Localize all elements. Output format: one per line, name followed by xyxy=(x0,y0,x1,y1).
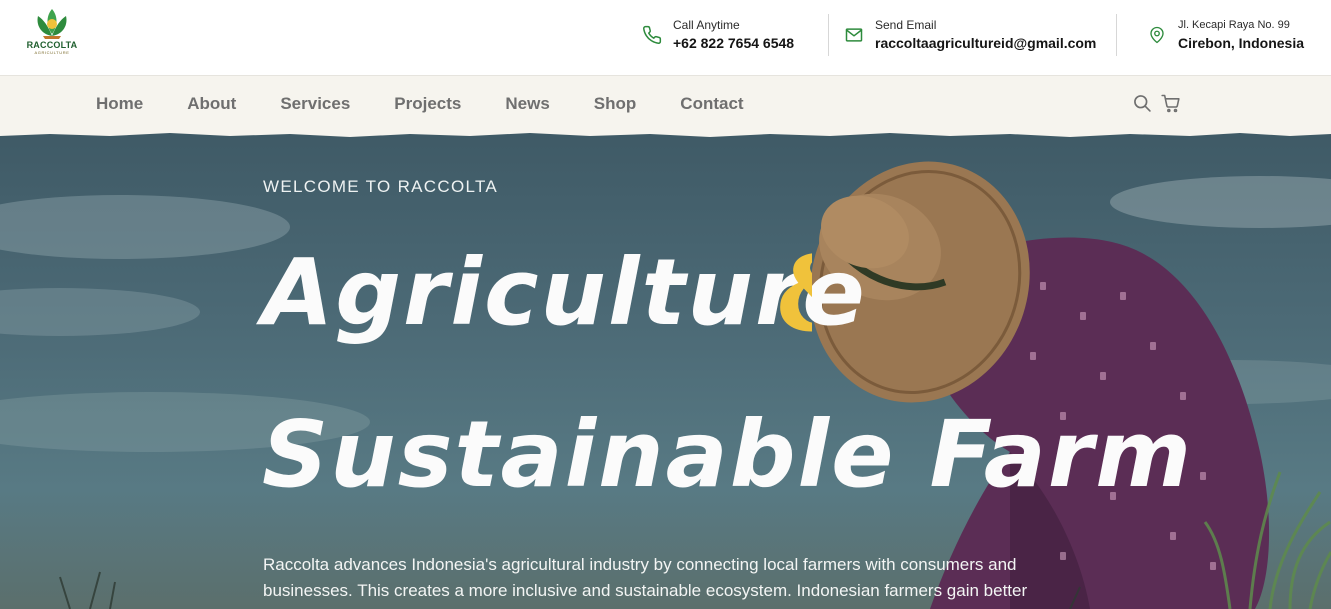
torn-edge-divider xyxy=(0,132,1331,137)
svg-text:&: & xyxy=(776,242,812,338)
mail-icon xyxy=(843,24,865,46)
brand-logo[interactable]: RACCOLTA AGRICULTURE xyxy=(24,6,80,64)
nav-item-services[interactable]: Services xyxy=(280,76,350,132)
top-bar: RACCOLTA AGRICULTURE Call Anytime +62 82… xyxy=(0,0,1331,76)
hero-title-line-2: Sustainable Farm xyxy=(262,401,1194,508)
contact-phone-label: Call Anytime xyxy=(673,18,740,32)
contact-phone[interactable]: Call Anytime +62 822 7654 6548 xyxy=(641,14,794,56)
cart-icon[interactable] xyxy=(1159,92,1181,114)
logo-name: RACCOLTA xyxy=(26,40,78,50)
nav-item-home[interactable]: Home xyxy=(96,76,143,132)
location-pin-icon xyxy=(1146,24,1168,46)
contact-email-value[interactable]: raccoltaagricultureid@gmail.com xyxy=(875,33,1096,53)
hero-section xyxy=(0,132,1331,609)
contact-divider xyxy=(1116,14,1117,56)
ampersand-glyph: & xyxy=(776,242,812,338)
nav-actions xyxy=(1131,92,1187,114)
nav-item-news[interactable]: News xyxy=(505,76,549,132)
contact-phone-value[interactable]: +62 822 7654 6548 xyxy=(673,33,794,53)
nav-item-shop[interactable]: Shop xyxy=(594,76,637,132)
phone-icon xyxy=(641,24,663,46)
nav-menu: Home About Services Projects News Shop C… xyxy=(96,76,788,132)
hero-description: Raccolta advances Indonesia's agricultur… xyxy=(263,555,1028,609)
contact-location-value: Cirebon, Indonesia xyxy=(1178,35,1305,51)
nav-item-contact[interactable]: Contact xyxy=(680,76,743,132)
contact-email-label: Send Email xyxy=(875,18,937,32)
hero-eyebrow: WELCOME TO RACCOLTA xyxy=(263,177,499,196)
hero-background-image xyxy=(0,161,1331,609)
contact-email[interactable]: Send Email raccoltaagricultureid@gmail.c… xyxy=(843,14,1096,56)
nav-item-about[interactable]: About xyxy=(187,76,236,132)
contact-divider xyxy=(828,14,829,56)
main-navigation: Home About Services Projects News Shop C… xyxy=(0,76,1331,132)
contact-location-label: Jl. Kecapi Raya No. 99 xyxy=(1178,19,1290,31)
logo-tagline: AGRICULTURE xyxy=(34,50,70,55)
logo-leaf-icon xyxy=(37,9,67,39)
contact-location[interactable]: Jl. Kecapi Raya No. 99 Cirebon, Indonesi… xyxy=(1146,14,1304,56)
search-icon[interactable] xyxy=(1131,92,1153,114)
nav-item-projects[interactable]: Projects xyxy=(394,76,461,132)
